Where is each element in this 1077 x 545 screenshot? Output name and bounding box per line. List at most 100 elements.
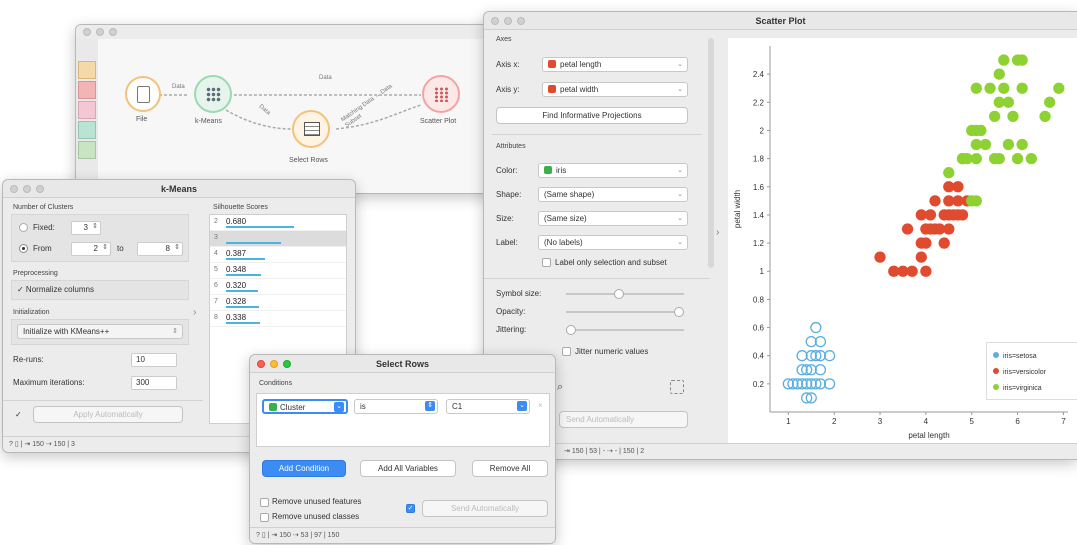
close-icon[interactable] (491, 17, 499, 25)
fixed-label: Fixed: (33, 223, 55, 232)
send-auto-checkbox[interactable]: ✓ (406, 504, 415, 513)
opacity-label: Opacity: (496, 307, 526, 316)
reruns-value: 10 (136, 355, 145, 364)
apply-automatically-button[interactable]: Apply Automatically (33, 406, 183, 423)
collapse-panel-icon[interactable]: › (193, 307, 196, 318)
report-icon[interactable]: ▯ (15, 441, 21, 448)
remove-features-checkbox[interactable] (260, 498, 269, 507)
kmeans-node[interactable] (194, 75, 232, 113)
chevron-down-icon: ⌄ (677, 167, 683, 174)
silhouette-k: 2 (214, 218, 218, 225)
slider-handle[interactable] (614, 289, 624, 299)
send-automatically-button[interactable]: Send Automatically (559, 411, 688, 428)
label-select[interactable]: (No labels) ⌄ (538, 235, 688, 250)
jittering-slider[interactable] (566, 325, 684, 335)
close-icon[interactable] (257, 360, 265, 368)
zoom-icon[interactable] (283, 360, 291, 368)
selectrows-titlebar: Select Rows (250, 355, 555, 373)
shape-select[interactable]: (Same shape) ⌄ (538, 187, 688, 202)
y-tick-label: 2 (760, 126, 765, 135)
from-spinbox[interactable]: 2 ⇕ (71, 242, 111, 256)
silhouette-row[interactable]: 8 0.338 (210, 311, 346, 327)
silhouette-rows: 2 0.680 3 4 0.387 5 0.348 6 0.320 7 0.328 8 0.338 (210, 215, 346, 327)
axis-x-select[interactable]: petal length ⌄ (542, 57, 688, 72)
stepper-icon[interactable]: ⇕ (102, 242, 108, 254)
minimize-icon[interactable] (504, 17, 512, 25)
legend-label: iris=virginica (1003, 385, 1042, 392)
size-label: Size: (496, 214, 514, 223)
panel-splitter[interactable] (708, 38, 714, 268)
init-method-select[interactable]: Initialize with KMeans++ ⇕ (17, 324, 183, 339)
silhouette-bar (226, 258, 265, 260)
size-select[interactable]: (Same size) ⌄ (538, 211, 688, 226)
apply-auto-check-icon[interactable]: ✓ (15, 410, 22, 419)
normalize-checkbox[interactable]: ✓ Normalize columns (17, 285, 94, 294)
fixed-value: 3 (83, 223, 88, 232)
silhouette-label: Silhouette Scores (213, 204, 268, 211)
plot-area[interactable]: 1 2 3 4 5 6 7 0.2 0.4 0.6 0.8 1 1.2 1.4 1.6 1.8 2 2.2 2.4 p… (728, 38, 1077, 444)
kmeans-input-status: 150 (32, 441, 44, 448)
color-select[interactable]: iris ⌄ (538, 163, 688, 178)
opacity-slider[interactable] (566, 307, 684, 317)
zoom-icon[interactable] (36, 185, 44, 193)
condition-variable-select[interactable]: Cluster ⌄ (262, 399, 348, 414)
remove-condition-icon[interactable]: × (538, 401, 543, 410)
send-automatically-button[interactable]: Send Automatically (422, 500, 548, 517)
find-projections-button[interactable]: Find Informative Projections (496, 107, 688, 124)
jitter-numeric-text: Jitter numeric values (575, 347, 649, 356)
minimize-icon[interactable] (270, 360, 278, 368)
condition-operator-select[interactable]: is ⇕ (354, 399, 438, 414)
stepper-icon[interactable]: ⇕ (174, 242, 180, 254)
remove-features-label: Remove unused features (272, 497, 362, 506)
collapse-panel-icon[interactable]: › (716, 227, 719, 238)
x-tick-label: 2 (832, 417, 837, 426)
silhouette-row[interactable]: 6 0.320 (210, 279, 346, 295)
fixed-radio[interactable] (19, 223, 28, 232)
zoom-icon[interactable] (517, 17, 525, 25)
maxiter-input[interactable]: 300 (131, 376, 177, 390)
remove-classes-checkbox[interactable] (260, 513, 269, 522)
preprocessing-label: Preprocessing (13, 270, 58, 277)
stepper-icon[interactable]: ⇕ (92, 221, 98, 233)
x-tick-label: 6 (1015, 417, 1020, 426)
zoom-tool-icon[interactable]: ⌕ (557, 381, 563, 394)
slider-handle[interactable] (566, 325, 576, 335)
slider-handle[interactable] (674, 307, 684, 317)
silhouette-row[interactable]: 4 0.387 (210, 247, 346, 263)
selectrows-node[interactable] (292, 110, 330, 148)
remove-all-button[interactable]: Remove All (472, 460, 548, 477)
file-node[interactable] (125, 76, 161, 112)
label-value: (No labels) (544, 238, 583, 247)
scatter-node[interactable] (422, 75, 460, 113)
add-all-variables-button[interactable]: Add All Variables (360, 460, 456, 477)
data-point (956, 152, 969, 165)
condition-value-select[interactable]: C1 ⌄ (446, 399, 530, 414)
from-radio[interactable] (19, 244, 28, 253)
fixed-spinbox[interactable]: 3 ⇕ (71, 221, 101, 235)
selectrows-window: Select Rows Conditions Cluster ⌄ is ⇕ C1… (249, 354, 556, 544)
label-only-checkbox[interactable] (542, 258, 551, 267)
silhouette-row[interactable]: 3 (210, 231, 346, 247)
close-icon[interactable] (10, 185, 18, 193)
silhouette-row[interactable]: 5 0.348 (210, 263, 346, 279)
jitter-numeric-checkbox[interactable] (562, 347, 571, 356)
reruns-input[interactable]: 10 (131, 353, 177, 367)
data-point (920, 265, 932, 277)
reset-zoom-icon[interactable] (670, 380, 684, 394)
output-status-icon: ⇢ (606, 448, 615, 455)
silhouette-row[interactable]: 2 0.680 (210, 215, 346, 231)
add-condition-button[interactable]: Add Condition (262, 460, 346, 477)
symbol-size-slider[interactable] (566, 289, 684, 299)
data-point (993, 152, 1005, 165)
report-icon[interactable]: ▯ (262, 532, 268, 539)
axis-y-select[interactable]: petal width ⌄ (542, 82, 688, 97)
minimize-icon[interactable] (23, 185, 31, 193)
input-status-icon: ⇥ (564, 448, 572, 455)
to-spinbox[interactable]: 8 ⇕ (137, 242, 183, 256)
legend-dot (993, 352, 999, 358)
link-label-file-kmeans: Data (172, 84, 185, 90)
silhouette-row[interactable]: 7 0.328 (210, 295, 346, 311)
silhouette-value: 0.320 (226, 281, 247, 290)
to-label: to (117, 244, 124, 253)
selectrows-statusbar: ? ▯ | ⇥ 150 ⇢ 53 | 97 | 150 (250, 527, 555, 543)
